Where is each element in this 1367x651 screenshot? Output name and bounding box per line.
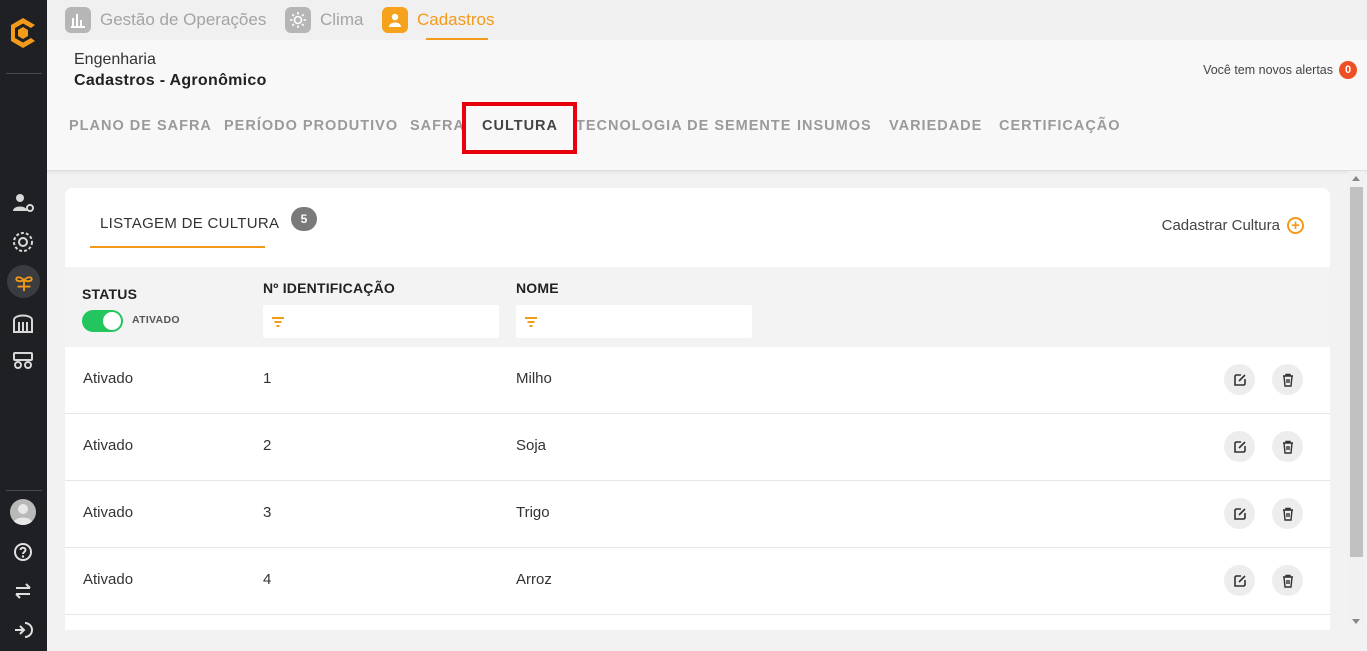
toggle-knob (103, 312, 121, 330)
tab-variedade[interactable]: VARIEDADE (889, 118, 982, 134)
status-toggle-label: ATIVADO (132, 314, 180, 326)
logout-icon[interactable] (9, 616, 37, 644)
highlight-box (462, 102, 577, 154)
tab-safra[interactable]: SAFRA (410, 118, 465, 134)
name-cell: Arroz (516, 571, 552, 588)
avatar[interactable] (10, 499, 36, 525)
sidebar-divider (6, 490, 42, 491)
status-cell: Ativado (83, 370, 134, 387)
brand-logo-icon[interactable] (7, 16, 39, 50)
edit-icon (1233, 440, 1246, 453)
name-cell: Trigo (516, 504, 550, 521)
trash-icon (1282, 574, 1293, 588)
sidebar-divider (6, 73, 42, 74)
page-header: Engenharia Cadastros - Agronômico Você t… (47, 40, 1367, 171)
module-label: Clima (320, 10, 364, 29)
delete-button[interactable] (1272, 565, 1303, 596)
list-tab-label[interactable]: LISTAGEM DE CULTURA (100, 215, 279, 232)
name-cell: Milho (516, 370, 552, 387)
id-cell: 4 (263, 571, 272, 588)
edit-icon (1233, 507, 1246, 520)
trash-icon (1282, 440, 1293, 454)
add-culture-label: Cadastrar Cultura (1161, 217, 1280, 234)
status-cell: Ativado (83, 504, 134, 521)
column-name: NOME (516, 280, 559, 296)
left-sidebar (0, 0, 47, 651)
edit-button[interactable] (1224, 431, 1255, 462)
table-row: Ativado 1 Milho (65, 347, 1330, 414)
table-row: Ativado 3 Trigo (65, 481, 1330, 548)
tab-insumos[interactable]: INSUMOS (797, 118, 872, 134)
scroll-up-arrow-icon[interactable] (1352, 176, 1360, 181)
tractor-icon[interactable] (9, 346, 37, 374)
hand-chart-icon (65, 7, 91, 33)
id-cell: 3 (263, 504, 272, 521)
scroll-down-arrow-icon[interactable] (1352, 619, 1360, 624)
tab-tecnologia-de-semente[interactable]: TECNOLOGIA DE SEMENTE (576, 118, 791, 134)
delete-button[interactable] (1272, 498, 1303, 529)
table-header: STATUS ATIVADO Nº IDENTIFICAÇÃO NOME (65, 267, 1330, 347)
status-cell: Ativado (83, 571, 134, 588)
filter-icon (271, 315, 285, 333)
table-row: Ativado 2 Soja (65, 414, 1330, 481)
module-gestao-operacoes[interactable]: Gestão de Operações (65, 0, 266, 40)
help-icon[interactable] (9, 538, 37, 566)
filter-icon (524, 315, 538, 333)
sun-icon (285, 7, 311, 33)
alerts-text: Você tem novos alertas (1203, 63, 1333, 77)
module-label: Gestão de Operações (100, 10, 267, 29)
trash-icon (1282, 507, 1293, 521)
column-status: STATUS (82, 286, 138, 302)
tab-plano-de-safra[interactable]: PLANO DE SAFRA (69, 118, 212, 134)
edit-icon (1233, 574, 1246, 587)
count-badge: 5 (291, 207, 317, 231)
table-row: Ativado 4 Arroz (65, 548, 1330, 615)
alerts-notice[interactable]: Você tem novos alertas 0 (1203, 61, 1357, 79)
tab-certificacao[interactable]: CERTIFICAÇÃO (999, 118, 1121, 134)
page-title: Cadastros - Agronômico (74, 72, 267, 89)
delete-button[interactable] (1272, 431, 1303, 462)
status-toggle[interactable] (82, 310, 123, 332)
target-gear-icon[interactable] (9, 228, 37, 256)
delete-button[interactable] (1272, 364, 1303, 395)
organization-name: Engenharia (74, 51, 156, 68)
alerts-count-badge: 0 (1339, 61, 1357, 79)
name-cell: Soja (516, 437, 547, 454)
user-settings-icon[interactable] (9, 189, 37, 217)
column-id: Nº IDENTIFICAÇÃO (263, 280, 395, 296)
silo-icon[interactable] (9, 308, 37, 336)
plus-circle-icon: + (1287, 217, 1304, 234)
edit-icon (1233, 373, 1246, 386)
id-filter-input[interactable] (263, 305, 499, 338)
add-culture-button[interactable]: Cadastrar Cultura + (1162, 217, 1304, 234)
module-clima[interactable]: Clima (285, 0, 363, 40)
id-cell: 1 (263, 370, 272, 387)
switch-arrows-icon[interactable] (9, 577, 37, 605)
name-filter-input[interactable] (516, 305, 752, 338)
edit-button[interactable] (1224, 565, 1255, 596)
tab-periodo-produtivo[interactable]: PERÍODO PRODUTIVO (224, 118, 398, 134)
seedling-icon[interactable] (7, 265, 40, 298)
scrollbar-thumb[interactable] (1350, 187, 1363, 557)
status-cell: Ativado (83, 437, 134, 454)
module-cadastros[interactable]: Cadastros (382, 0, 494, 40)
id-cell: 2 (263, 437, 272, 454)
edit-button[interactable] (1224, 364, 1255, 395)
module-bar: Gestão de Operações Clima Cadastros (47, 0, 1367, 40)
culture-list-card: LISTAGEM DE CULTURA 5 Cadastrar Cultura … (65, 188, 1330, 630)
trash-icon (1282, 373, 1293, 387)
module-label: Cadastros (417, 10, 495, 29)
user-icon (382, 7, 408, 33)
list-tab-indicator (90, 246, 265, 248)
edit-button[interactable] (1224, 498, 1255, 529)
